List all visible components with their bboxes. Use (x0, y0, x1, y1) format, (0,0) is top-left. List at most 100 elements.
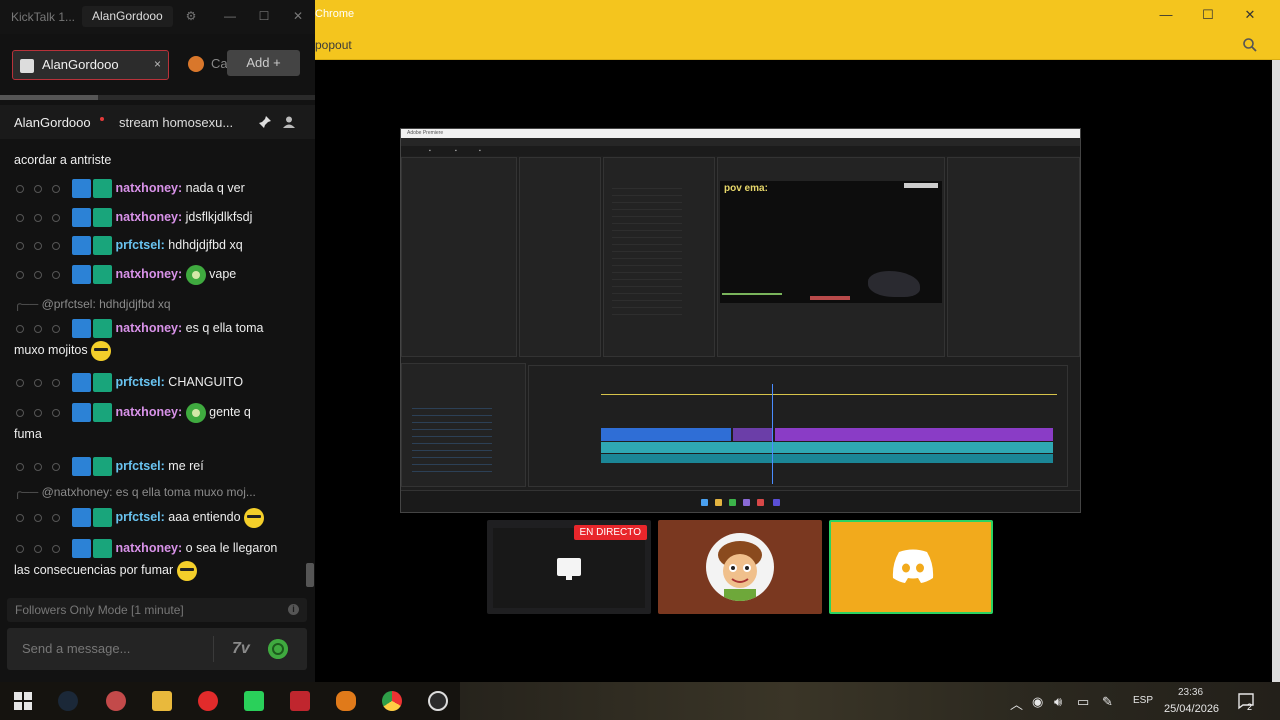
username[interactable]: prfctsel: (115, 510, 164, 524)
tray-chevron-icon[interactable]: ︿ (1010, 694, 1023, 713)
chat-message[interactable]: natxhoney: jdsflkjdlkfsdj (14, 206, 304, 228)
close-icon[interactable]: ✕ (290, 9, 306, 23)
mod-tools[interactable] (14, 322, 66, 336)
message-text: es q ella toma (185, 321, 264, 335)
chat-input-box[interactable]: Send a message... 7v (7, 628, 307, 670)
kick-emote-picker-icon[interactable] (268, 639, 288, 659)
reply-context[interactable]: ╭── @prfctsel: hdhdjdjfbd xq (14, 297, 171, 311)
live-screen-tile[interactable]: EN DIRECTO (487, 520, 651, 614)
zoom-icon[interactable] (1242, 37, 1258, 53)
info-icon[interactable]: i (288, 604, 299, 615)
network-icon[interactable]: ▭ (1077, 694, 1089, 710)
chat-message[interactable]: natxhoney: o sea le llegaron las consecu… (14, 537, 304, 581)
username[interactable]: natxhoney: (115, 321, 182, 335)
username[interactable]: prfctsel: (115, 375, 164, 389)
message-input[interactable]: Send a message... (22, 641, 130, 656)
premiere-titlebar: Adobe Premiere (401, 129, 1080, 138)
username[interactable]: prfctsel: (115, 459, 164, 473)
reply-context[interactable]: ╭── @natxhoney: es q ella toma muxo moj.… (14, 485, 256, 499)
volume-icon[interactable]: 🔊︎ (1054, 694, 1062, 710)
chat-message[interactable]: natxhoney: vape (14, 263, 304, 285)
live-indicator (100, 117, 104, 121)
windows-start-icon[interactable] (13, 691, 33, 711)
tabs-scrollbar-thumb[interactable] (0, 95, 98, 100)
minimize-icon[interactable]: — (222, 9, 238, 23)
participant-avatar-tile[interactable] (658, 520, 822, 614)
username[interactable]: natxhoney: (115, 181, 182, 195)
username[interactable]: prfctsel: (115, 238, 164, 252)
og-badge-icon (93, 508, 112, 528)
channel-name: AlanGordooo (14, 115, 91, 130)
mod-tools[interactable] (14, 211, 66, 225)
chat-message[interactable]: natxhoney: nada q ver (14, 177, 304, 199)
chat-message[interactable]: prfctsel: CHANGUITO (14, 371, 304, 393)
moderator-badge-icon (72, 539, 91, 559)
message-text: muxo mojitos (14, 343, 88, 357)
notification-count: 2 (1247, 702, 1253, 712)
opera-icon[interactable] (198, 691, 218, 711)
username[interactable]: natxhoney: (115, 210, 182, 224)
mod-tools[interactable] (14, 376, 66, 390)
chrome-icon[interactable] (382, 691, 402, 711)
steam-icon[interactable] (58, 691, 78, 711)
pen-icon[interactable]: ✎ (1102, 694, 1113, 710)
premiere-timeline (528, 365, 1068, 487)
chat-message[interactable]: natxhoney: gente q fuma (14, 401, 304, 445)
tabs-scrollbar[interactable] (0, 95, 315, 100)
obs-icon[interactable] (428, 691, 448, 711)
add-chatroom-button[interactable]: Add + (227, 50, 300, 76)
moderator-badge-icon (72, 403, 91, 423)
microphone-icon[interactable] (336, 691, 356, 711)
chat-scrollbar[interactable] (306, 139, 314, 592)
chat-message[interactable]: prfctsel: aaa entiendo (14, 506, 304, 528)
screen-share-video[interactable]: Adobe Premiere ▪ ▪ ▪ pov ema: (400, 128, 1081, 513)
steam-tray-icon[interactable]: ◉ (1032, 694, 1043, 710)
mod-tools[interactable] (14, 239, 66, 253)
close-icon[interactable]: ✕ (1241, 6, 1259, 24)
message-text: me reí (168, 459, 204, 473)
settings-gear-icon[interactable]: ⚙ (183, 9, 199, 23)
username[interactable]: natxhoney: (115, 405, 182, 419)
video-overlay-bar (810, 296, 850, 300)
app-icon[interactable] (106, 691, 126, 711)
minimize-icon[interactable]: — (1157, 6, 1175, 24)
chat-message[interactable]: prfctsel: me reí (14, 455, 304, 477)
kick-icon[interactable] (244, 691, 264, 711)
language-indicator[interactable]: ESP (1133, 695, 1153, 706)
audio-track (601, 454, 1053, 463)
og-badge-icon (93, 539, 112, 559)
folder-icon (715, 499, 722, 506)
clock-date[interactable]: 25/04/2026 (1164, 703, 1219, 715)
mod-tools[interactable] (14, 182, 66, 196)
mod-tools[interactable] (14, 406, 66, 420)
7tv-emote-picker-icon[interactable]: 7v (232, 640, 250, 658)
user-icon[interactable] (282, 115, 296, 129)
chat-scrollbar-thumb[interactable] (306, 563, 314, 587)
chat-messages: acordar a antriste natxhoney: nada q ver… (0, 139, 315, 594)
maximize-icon[interactable]: ☐ (256, 9, 272, 23)
pin-icon[interactable] (258, 115, 272, 129)
username[interactable]: natxhoney: (115, 267, 182, 281)
windows-taskbar: ︿ ◉ 🔊︎ ▭ ✎ ESP 23:36 25/04/2026 2 (0, 682, 1280, 720)
shared-screen-taskbar (401, 490, 1080, 512)
mod-tools[interactable] (14, 268, 66, 282)
app-title: KickTalk 1... (11, 10, 76, 24)
mod-tools[interactable] (14, 511, 66, 525)
tab-alangordooo[interactable]: AlanGordooo × (12, 50, 169, 80)
chat-message[interactable]: natxhoney: es q ella toma muxo mojitos (14, 317, 304, 361)
username[interactable]: natxhoney: (115, 541, 182, 555)
current-user[interactable]: AlanGordooo (82, 6, 173, 27)
notification-icon[interactable] (1237, 692, 1255, 710)
app-icon[interactable] (290, 691, 310, 711)
maximize-icon[interactable]: ☐ (1199, 6, 1217, 24)
file-explorer-icon[interactable] (152, 691, 172, 711)
discord-participant-tile[interactable] (829, 520, 993, 614)
channel-avatar-icon (188, 56, 204, 72)
reply-text: @prfctsel: hdhdjdjfbd xq (41, 297, 171, 311)
mod-tools[interactable] (14, 542, 66, 556)
mod-tools[interactable] (14, 460, 66, 474)
tab-label[interactable]: Ca (211, 56, 228, 71)
clock-time[interactable]: 23:36 (1178, 687, 1203, 698)
tab-close-icon[interactable]: × (154, 57, 161, 71)
chat-message[interactable]: prfctsel: hdhdjdjfbd xq (14, 234, 304, 256)
